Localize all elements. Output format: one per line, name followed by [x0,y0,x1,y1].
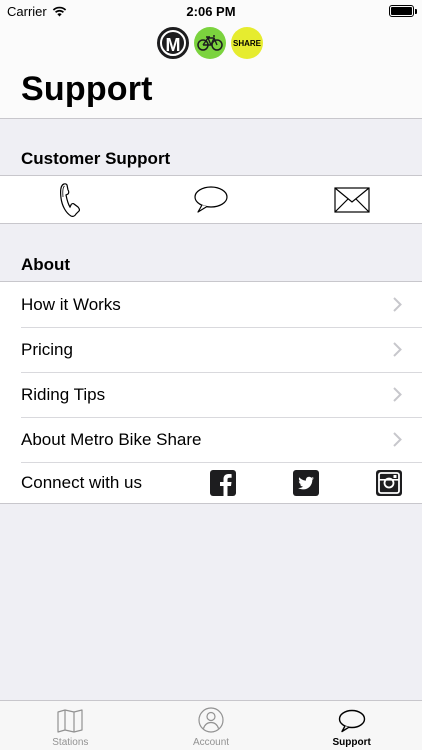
row-label: How it Works [21,294,121,314]
about-metro-bike-share-row[interactable]: About Metro Bike Share [0,417,422,462]
customer-support-group [0,175,422,224]
chevron-right-icon [393,432,402,447]
chat-icon [194,185,228,213]
twitter-icon[interactable] [293,470,319,496]
tab-label: Stations [52,737,89,748]
email-support-button[interactable] [281,176,422,223]
battery-icon [389,5,417,17]
person-icon [198,707,224,733]
tab-label: Support [332,737,371,748]
connect-label: Connect with us [21,472,142,492]
pricing-row[interactable]: Pricing [0,327,422,372]
tab-bar: Stations Account Support [0,700,422,750]
connect-row: Connect with us [0,462,422,503]
customer-support-heading: Customer Support [21,149,171,168]
tab-label: Account [192,737,230,748]
header: Carrier 2:06 PM M SHARE Support [0,0,422,119]
share-logo: SHARE [231,27,263,59]
row-label: About Metro Bike Share [21,429,202,449]
chevron-right-icon [393,342,402,357]
mail-icon [334,186,370,213]
instagram-icon[interactable] [376,470,402,496]
riding-tips-row[interactable]: Riding Tips [0,372,422,417]
chevron-right-icon [393,297,402,312]
about-heading: About [21,255,71,274]
facebook-icon[interactable] [210,470,236,496]
about-group: How it Works Pricing Riding Tips About M… [0,281,422,504]
metro-logo: M [157,27,189,59]
tab-stations[interactable]: Stations [0,701,141,750]
row-label: Riding Tips [21,384,106,404]
bicycle-icon [197,35,223,51]
status-bar: Carrier 2:06 PM [0,0,422,22]
call-support-button[interactable] [0,176,141,223]
tab-account[interactable]: Account [141,701,282,750]
chat-support-button[interactable] [141,176,282,223]
map-icon [57,709,83,733]
status-time: 2:06 PM [186,4,236,19]
bike-logo [194,27,226,59]
chat-bubble-icon [338,709,365,733]
chevron-right-icon [393,387,402,402]
support-actions [0,176,422,223]
screen: Carrier 2:06 PM M SHARE Support Customer… [0,0,422,750]
page-title: Support [21,70,153,108]
phone-icon [60,182,81,217]
row-label: Pricing [21,339,73,359]
how-it-works-row[interactable]: How it Works [0,282,422,327]
brand-logos: M SHARE [157,27,263,59]
tab-support[interactable]: Support [281,701,422,750]
